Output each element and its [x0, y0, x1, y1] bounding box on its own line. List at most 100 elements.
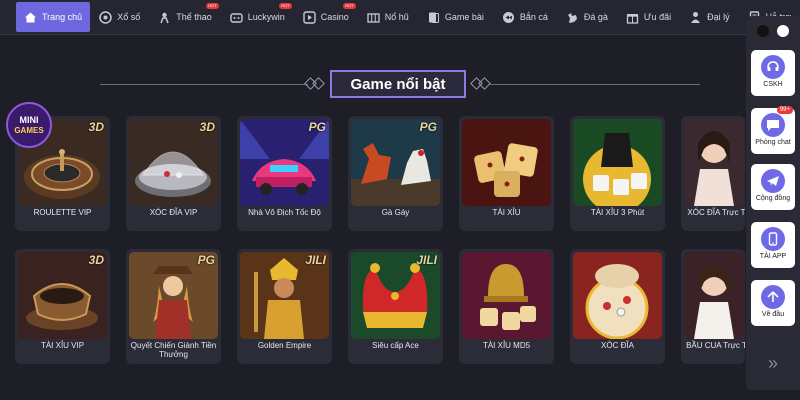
hot-badge: HOT — [279, 3, 292, 9]
casino-icon — [303, 10, 316, 24]
game-card-golden-empire[interactable]: JILI Golden Empire — [237, 249, 332, 364]
game-card-tai-xiu[interactable]: TÀI XỈU — [459, 116, 554, 231]
hot-badge: HOT — [343, 3, 356, 9]
game-card-speed-champion[interactable]: PG Nhà Vô Địch Tốc Độ — [237, 116, 332, 231]
nav-item-label: Đá gà — [583, 12, 608, 22]
nav-item-cockfight[interactable]: Đá gà — [557, 0, 617, 34]
lottery-icon — [99, 10, 112, 24]
nav-item-luckywin[interactable]: Luckywin HOT — [221, 0, 294, 34]
provider-tag: JILI — [416, 253, 437, 267]
game-card-ga-gay[interactable]: PG Gà Gáy — [348, 116, 443, 231]
home-icon — [24, 11, 37, 24]
game-title: TÀI XỈU VIP — [40, 341, 85, 350]
game-card-quyet-chien[interactable]: PG Quyết Chiến Giành Tiền Thưởng — [126, 249, 221, 364]
side-button-label: Phòng chat — [755, 139, 791, 146]
game-thumbnail — [684, 252, 744, 339]
title-divider-right — [490, 84, 700, 85]
top-nav: Trang chủ Xổ số Thể thao HOT Luckywin HO… — [0, 0, 800, 35]
game-title: Gà Gáy — [381, 208, 410, 217]
provider-tag: 3D — [88, 120, 104, 134]
game-card-bau-cua-live[interactable]: BẦU CUA Trực Tuyến — [681, 249, 745, 364]
community-button[interactable]: Cộng đồng — [751, 164, 795, 210]
svg-text:MINI: MINI — [20, 115, 39, 125]
nav-item-label: Đại lý — [707, 12, 730, 22]
svg-text:GAMES: GAMES — [14, 126, 44, 135]
nav-item-label: Trang chủ — [42, 12, 83, 22]
side-button-label: TẢI APP — [759, 253, 787, 260]
provider-tag: PG — [308, 120, 326, 134]
cards-icon — [427, 11, 440, 24]
provider-tag: 3D — [199, 120, 215, 134]
headset-icon — [761, 55, 785, 79]
unread-badge: 99+ — [776, 106, 793, 114]
game-title: Golden Empire — [257, 341, 312, 350]
game-card-tai-xiu-3-phut[interactable]: TÀI XỈU 3 Phút — [570, 116, 665, 231]
customer-support-button[interactable]: CSKH — [751, 50, 795, 96]
nav-item-fishing[interactable]: Bắn cá — [493, 0, 557, 34]
nav-item-casino[interactable]: Casino HOT — [294, 0, 358, 34]
provider-tag: JILI — [305, 253, 326, 267]
nav-item-cards[interactable]: Game bài — [418, 0, 493, 34]
nav-item-lottery[interactable]: Xổ số — [90, 0, 149, 34]
game-title: Siêu cấp Ace — [372, 341, 419, 350]
game-thumbnail — [573, 119, 662, 206]
nav-item-label: Xổ số — [117, 12, 141, 22]
phone-icon — [761, 227, 785, 251]
agent-icon — [689, 11, 702, 24]
slots-icon — [367, 11, 380, 24]
telegram-icon — [761, 169, 785, 193]
nav-item-agent[interactable]: Đại lý — [680, 0, 739, 34]
nav-item-sports[interactable]: Thể thao HOT — [149, 0, 221, 34]
scroll-to-top-button[interactable]: Về đầu — [751, 280, 795, 326]
luckywin-icon — [230, 11, 243, 24]
game-title: Quyết Chiến Giành Tiền Thưởng — [130, 341, 217, 359]
section-header: Game nổi bật — [0, 70, 800, 100]
nav-item-label: Nổ hũ — [384, 12, 409, 22]
game-card-sieu-cap-ace[interactable]: JILI Siêu cấp Ace — [348, 249, 443, 364]
nav-item-label: Ưu đãi — [643, 12, 672, 22]
rooster-icon — [566, 11, 579, 24]
nav-item-slots[interactable]: Nổ hũ — [358, 0, 418, 34]
game-card-xoc-dia[interactable]: XÓC ĐĨA — [570, 249, 665, 364]
sports-icon — [158, 11, 171, 24]
section-title: Game nổi bật — [330, 70, 466, 98]
game-card-tai-xiu-md5[interactable]: TÀI XỈU MD5 — [459, 249, 554, 364]
game-title: TÀI XỈU MD5 — [482, 341, 531, 350]
nav-item-label: Bắn cá — [519, 12, 548, 22]
provider-tag: 3D — [88, 253, 104, 267]
game-title: XÓC ĐĨA VIP — [149, 208, 198, 217]
fish-icon — [502, 11, 515, 24]
nav-item-label: Game bài — [444, 12, 484, 22]
nav-item-promotions[interactable]: Ưu đãi — [617, 0, 680, 34]
game-thumbnail — [462, 119, 551, 206]
game-card-tai-xiu-vip[interactable]: 3D TÀI XỈU VIP — [15, 249, 110, 364]
game-thumbnail — [684, 119, 744, 206]
gift-icon — [626, 11, 639, 24]
game-card-xoc-dia-live[interactable]: XÓC ĐĨA Trực Tuyến — [681, 116, 745, 231]
game-title: TÀI XỈU 3 Phút — [590, 208, 645, 217]
diamond-ornament-left — [312, 77, 325, 90]
nav-item-home[interactable]: Trang chủ — [16, 2, 91, 32]
collapse-panel-icon[interactable]: » — [746, 346, 800, 380]
game-title: BẦU CUA Trực Tuyến — [686, 341, 745, 350]
game-card-xoc-dia-vip[interactable]: 3D XÓC ĐĨA VIP — [126, 116, 221, 231]
theme-toggle[interactable] — [754, 24, 792, 38]
provider-tag: PG — [197, 253, 215, 267]
game-title: ROULETTE VIP — [33, 208, 92, 217]
chat-room-button[interactable]: 99+ Phòng chat — [751, 106, 795, 154]
game-thumbnail — [573, 252, 662, 339]
nav-item-label: Casino — [320, 12, 349, 22]
side-button-label: CSKH — [763, 81, 783, 88]
side-button-label: Về đầu — [761, 311, 785, 318]
side-panel: CSKH 99+ Phòng chat Cộng đồng TẢI APP Về… — [746, 16, 800, 390]
provider-tag: PG — [419, 120, 437, 134]
game-title: XÓC ĐĨA Trực Tuyến — [687, 208, 745, 217]
chat-icon — [761, 113, 785, 137]
arrow-up-icon — [761, 285, 785, 309]
nav-item-label: Luckywin — [247, 12, 285, 22]
download-app-button[interactable]: TẢI APP — [751, 222, 795, 268]
side-button-label: Cộng đồng — [755, 195, 791, 202]
title-divider-left — [100, 84, 308, 85]
mini-games-button[interactable]: MINI GAMES — [6, 100, 52, 154]
game-title: TÀI XỈU — [492, 208, 521, 217]
